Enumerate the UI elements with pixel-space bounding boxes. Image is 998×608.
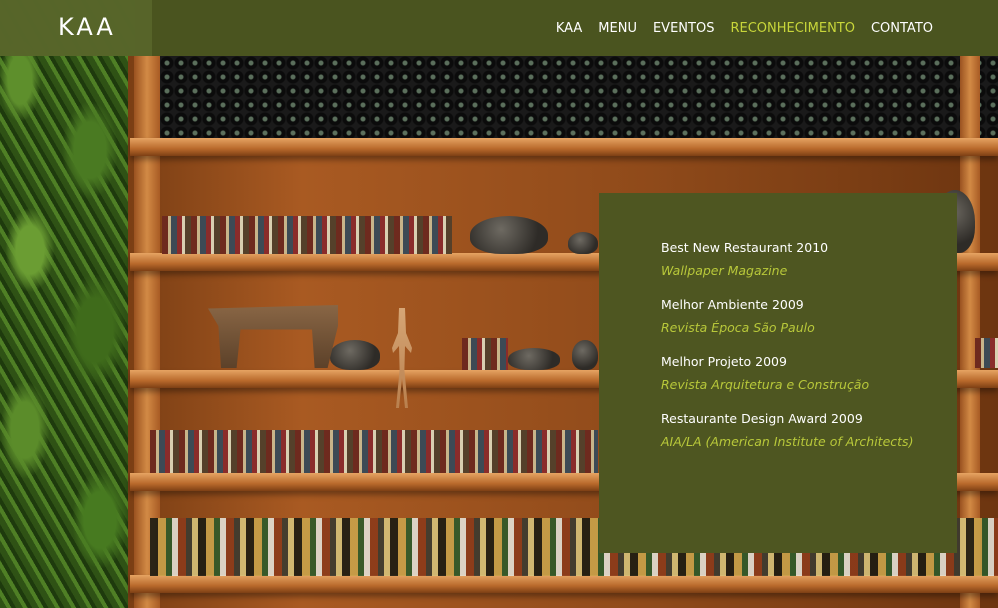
award-title: Melhor Projeto 2009: [661, 354, 787, 369]
nav-item-menu[interactable]: MENU: [598, 21, 637, 36]
ceramic-pot: [568, 232, 598, 254]
vertical-garden: [0, 0, 135, 608]
award-item: Melhor Ambiente 2009 Revista Época São P…: [661, 297, 815, 336]
award-title: Restaurante Design Award 2009: [661, 411, 863, 426]
shelf: [130, 138, 998, 156]
kaa-logo[interactable]: KAA: [58, 14, 116, 40]
award-item: Best New Restaurant 2010 Wallpaper Magaz…: [661, 240, 828, 279]
award-title: Melhor Ambiente 2009: [661, 297, 804, 312]
ceramic-pot: [330, 340, 380, 370]
main-nav: KAA MENU EVENTOS RECONHECIMENTO CONTATO: [540, 0, 933, 56]
top-navigation-bar: KAA KAA MENU EVENTOS RECONHECIMENTO CONT…: [0, 0, 998, 56]
logo-container[interactable]: KAA: [0, 0, 152, 56]
nav-item-reconhecimento[interactable]: RECONHECIMENTO: [730, 21, 855, 36]
shelf: [130, 575, 998, 593]
ceramic-pot: [470, 216, 548, 254]
books: [162, 216, 452, 254]
books: [150, 430, 598, 473]
award-item: Melhor Projeto 2009 Revista Arquitetura …: [661, 354, 869, 393]
books: [462, 338, 508, 370]
books: [975, 338, 998, 368]
award-source: Revista Arquitetura e Construção: [661, 377, 870, 392]
award-title: Best New Restaurant 2010: [661, 240, 829, 255]
nav-item-contato[interactable]: CONTATO: [871, 21, 933, 36]
award-item: Restaurante Design Award 2009 AIA/LA (Am…: [661, 411, 913, 450]
ceramic-pot: [508, 348, 560, 370]
awards-panel: Best New Restaurant 2010 Wallpaper Magaz…: [599, 193, 957, 553]
nav-item-eventos[interactable]: EVENTOS: [653, 21, 714, 36]
wine-rack: [160, 56, 998, 138]
ceramic-pot: [572, 340, 598, 370]
award-source: Wallpaper Magazine: [661, 263, 788, 278]
nav-item-kaa[interactable]: KAA: [556, 21, 582, 36]
award-source: AIA/LA (American Institute of Architects…: [661, 434, 914, 449]
award-source: Revista Época São Paulo: [661, 320, 815, 335]
